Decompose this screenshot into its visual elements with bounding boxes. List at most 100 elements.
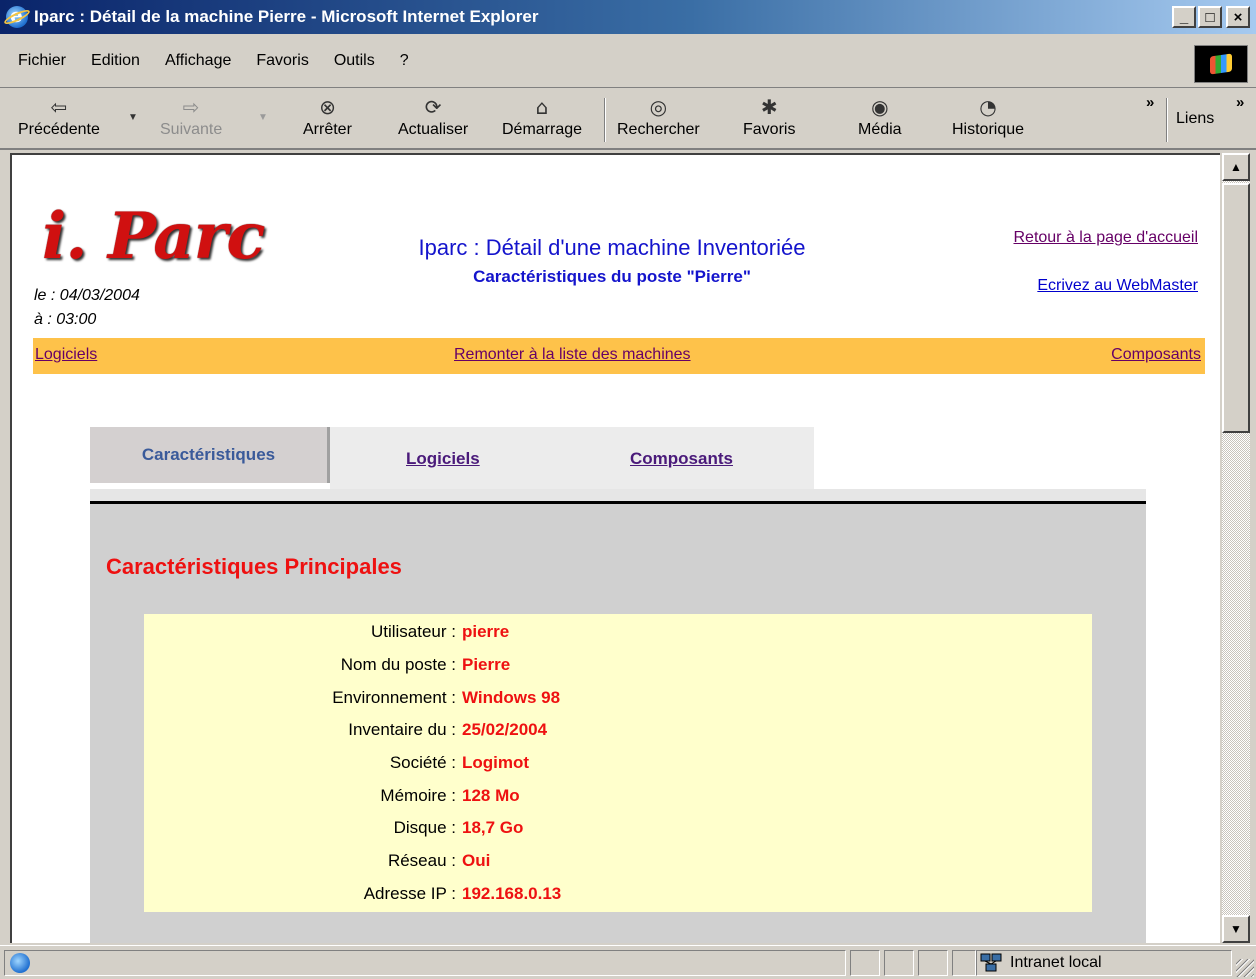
toolbar: ⇦ Précédente ▼ ⇨ Suivante ▼ ⊗ Arrêter ⟳ … [0,90,1256,150]
tab-underbar [90,489,1146,501]
menu-favoris[interactable]: Favoris [256,52,308,70]
info-row-environnement: Environnement : Windows 98 [144,682,1092,714]
iparc-logo: i. Parc [42,199,265,274]
media-button[interactable]: ◉ Média [858,94,902,139]
page-viewport: i. Parc le : 04/03/2004 à : 03:00 Iparc … [10,153,1220,943]
info-label: Inventaire du : [348,720,456,739]
status-cell [952,950,976,976]
windows-logo-throbber-icon [1194,45,1248,83]
menu-bar: Fichier Edition Affichage Favoris Outils… [0,36,1256,88]
info-label: Société : [389,753,456,772]
minimize-button[interactable]: _ [1172,6,1196,28]
menu-help[interactable]: ? [400,52,409,70]
status-cell [850,950,880,976]
page-title: Iparc : Détail d'une machine Inventoriée [418,235,806,260]
vertical-scrollbar[interactable]: ▲ ▼ [1222,153,1250,943]
history-icon: ◔ [979,95,997,119]
info-row-disque: Disque : 18,7 Go [144,812,1092,844]
stop-icon: ⊗ [319,95,336,119]
info-value: Windows 98 [462,688,561,707]
info-value: 25/02/2004 [462,720,548,739]
intranet-zone-icon [980,953,1002,972]
webmaster-link[interactable]: Ecrivez au WebMaster [1037,277,1198,295]
nav-bar: Logiciels Remonter à la liste des machin… [33,338,1205,374]
scroll-thumb[interactable] [1222,183,1250,433]
info-box: Utilisateur : pierre Nom du poste : Pier… [144,614,1092,912]
home-link[interactable]: Retour à la page d'accueil [1013,229,1198,247]
back-button[interactable]: ⇦ Précédente [18,94,100,139]
info-label: Environnement : [332,688,456,707]
details-panel: Caractéristiques Principales Utilisateur… [90,504,1146,943]
info-label: Réseau : [387,851,456,870]
resize-grip[interactable] [1236,959,1254,977]
search-button[interactable]: ◎ Rechercher [617,94,700,139]
status-text-cell [4,950,846,976]
links-toolbar[interactable]: Liens [1176,110,1214,128]
home-icon: ⌂ [535,95,549,119]
menu-fichier[interactable]: Fichier [18,52,66,70]
info-value: pierre [462,622,510,641]
favorites-button[interactable]: ✱ Favoris [743,94,795,139]
date-text: le : 04/03/2004 [34,287,140,304]
ie-logo-icon [2,3,32,28]
nav-logiciels-link[interactable]: Logiciels [35,346,97,364]
info-label: Mémoire : [380,786,456,805]
page-subtitle: Caractéristiques du poste "Pierre" [473,267,751,286]
info-value: Oui [462,851,491,870]
history-button[interactable]: ◔ Historique [952,94,1024,139]
status-cell [918,950,948,976]
info-row-inventaire: Inventaire du : 25/02/2004 [144,714,1092,746]
home-button[interactable]: ⌂ Démarrage [502,94,582,139]
info-row-nom-du-poste: Nom du poste : Pierre [144,649,1092,681]
info-value: Pierre [462,655,511,674]
tab-caracteristiques[interactable]: Caractéristiques [90,427,330,483]
nav-composants-link[interactable]: Composants [1111,346,1201,364]
info-label: Adresse IP : [363,884,456,903]
window-title-bar[interactable]: Iparc : Détail de la machine Pierre - Mi… [0,0,1256,34]
forward-button[interactable]: ⇨ Suivante [160,94,222,139]
stop-button[interactable]: ⊗ Arrêter [303,94,352,139]
search-icon: ◎ [649,95,668,119]
window-title: Iparc : Détail de la machine Pierre - Mi… [34,7,539,26]
scroll-down-button[interactable]: ▼ [1222,915,1250,943]
refresh-button[interactable]: ⟳ Actualiser [398,94,468,139]
menu-outils[interactable]: Outils [334,52,375,70]
media-icon: ◉ [871,95,889,119]
links-overflow-chevron-icon[interactable]: » [1236,94,1244,111]
maximize-button[interactable]: □ [1198,6,1222,28]
status-bar: Intranet local [0,945,1256,979]
info-label: Nom du poste : [340,655,456,674]
info-row-utilisateur: Utilisateur : pierre [144,616,1092,648]
info-value: 192.168.0.13 [462,884,562,903]
info-row-adresse-ip: Adresse IP : 192.168.0.13 [144,878,1092,910]
tab-inactive-background [330,427,814,489]
back-arrow-icon: ⇦ [50,95,68,119]
refresh-icon: ⟳ [424,95,442,119]
info-value: 128 Mo [462,786,520,805]
toolbar-separator [604,98,606,142]
info-value: 18,7 Go [462,818,524,837]
forward-dropdown-icon[interactable]: ▼ [258,112,268,123]
section-title: Caractéristiques Principales [106,554,402,579]
security-zone-label: Intranet local [1010,954,1102,971]
info-label: Utilisateur : [370,622,456,641]
nav-machine-list-link[interactable]: Remonter à la liste des machines [454,346,691,364]
scroll-up-button[interactable]: ▲ [1222,153,1250,181]
info-value: Logimot [462,753,530,772]
info-row-societe: Société : Logimot [144,747,1092,779]
toolbar-overflow-chevron-icon[interactable]: » [1146,94,1154,111]
status-cell [884,950,914,976]
close-button[interactable]: × [1226,6,1250,28]
toolbar-separator [1166,98,1168,142]
menu-edition[interactable]: Edition [91,52,140,70]
info-label: Disque : [393,818,456,837]
time-text: à : 03:00 [34,311,97,328]
info-row-memoire: Mémoire : 128 Mo [144,780,1092,812]
back-dropdown-icon[interactable]: ▼ [128,112,138,123]
favorites-icon: ✱ [760,95,778,119]
tab-logiciels[interactable]: Logiciels [406,449,480,469]
tab-composants[interactable]: Composants [630,449,733,469]
info-row-reseau: Réseau : Oui [144,845,1092,877]
menu-affichage[interactable]: Affichage [165,52,231,70]
forward-arrow-icon: ⇨ [182,95,200,119]
